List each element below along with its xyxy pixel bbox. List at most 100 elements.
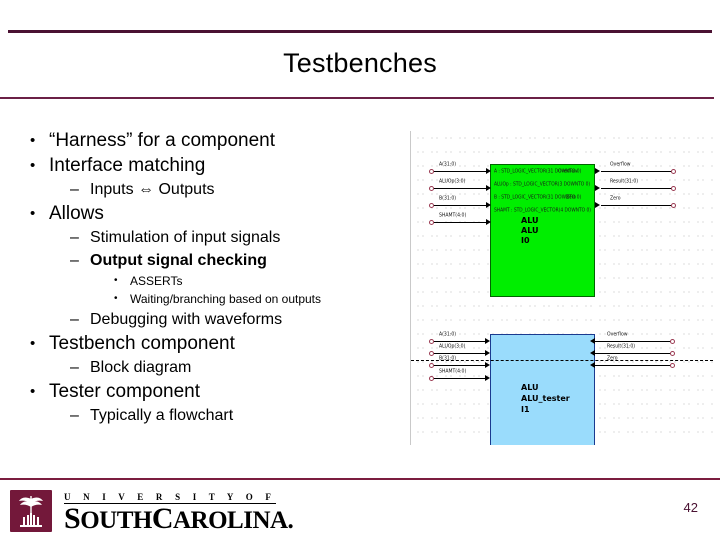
bullet-text: Typically a flowchart	[90, 407, 234, 424]
bullet-text: Waiting/branching based on outputs	[130, 292, 322, 306]
green-output-wire-1	[601, 171, 671, 172]
bullet-list: • “Harness” for a component • Interface …	[18, 128, 413, 427]
list-item: – Block diagram	[70, 356, 413, 379]
blue-output-label-2: Result(31:0)	[607, 344, 636, 350]
green-input-wire-3	[434, 205, 488, 206]
bullet-marker: •	[30, 132, 36, 149]
bullet-text: Allows	[49, 203, 104, 224]
bullet-marker: –	[70, 252, 79, 269]
green-input-label-1: A(31:0)	[439, 162, 457, 168]
blue-output-wire-1	[595, 341, 671, 342]
list-item: • “Harness” for a component	[30, 128, 413, 153]
green-output-arrow-2	[595, 185, 600, 191]
green-output-label-3: Zero	[610, 196, 621, 202]
list-item: • Interface matching	[30, 153, 413, 178]
list-item: – Stimulation of input signals	[70, 226, 413, 249]
blue-input-arrow-1	[485, 338, 490, 344]
blue-block-label-3: I1	[521, 405, 530, 414]
list-item: • Waiting/branching based on outputs	[114, 290, 413, 308]
bullet-text: Tester component	[49, 381, 201, 402]
green-input-label-4: SHAMT(4:0)	[439, 213, 467, 219]
green-inner-zero: Zero	[566, 195, 577, 201]
block-diagram-image: A : STD_LOGIC_VECTOR(31 DOWNTO 0) ALUOp …	[410, 131, 713, 445]
bullet-marker: –	[70, 359, 79, 376]
green-block-label-2: ALU	[521, 226, 539, 235]
green-input-wire-2	[434, 188, 488, 189]
blue-block-label-2: ALU_tester	[521, 394, 570, 403]
list-item: • ASSERTs	[114, 272, 413, 290]
university-wordmark: U N I V E R S I T Y O F SOUTHCAROLINA.	[64, 487, 294, 534]
blue-input-wire-2	[434, 353, 488, 354]
green-output-wire-3	[601, 205, 671, 206]
sc-initial-c: C	[151, 502, 174, 535]
green-input-arrow-1	[486, 168, 491, 174]
blue-input-label-4: SHAMT(4:0)	[439, 369, 467, 375]
green-output-wire-2	[601, 188, 671, 189]
bullet-text: ASSERTs	[130, 274, 183, 288]
list-item: – Output signal checking	[70, 249, 413, 272]
green-input-label-3: B(31:0)	[439, 196, 457, 202]
blue-input-arrow-3	[485, 362, 490, 368]
blue-output-pin-1	[670, 339, 675, 344]
sc-outh: OUTH	[80, 507, 152, 534]
bullet-text: Stimulation of input signals	[90, 229, 281, 246]
top-accent-rule	[8, 30, 712, 33]
page-number: 42	[683, 500, 698, 515]
bullet-marker: –	[70, 311, 79, 328]
green-output-arrow-3	[595, 202, 600, 208]
green-output-pin-3	[671, 203, 676, 208]
blue-output-label-1: Overflow	[607, 332, 628, 338]
green-input-wire-4	[434, 222, 488, 223]
green-output-label-1: Overflow	[610, 162, 631, 168]
bullet-text: Block diagram	[90, 359, 192, 376]
list-item: • Tester component	[30, 379, 413, 404]
list-item: • Allows	[30, 201, 413, 226]
blue-output-wire-3	[595, 365, 671, 366]
green-input-arrow-3	[486, 202, 491, 208]
list-item: – Debugging with waveforms	[70, 308, 413, 331]
green-input-label-2: ALUOp(3:0)	[439, 179, 466, 185]
bullet-text: Inputs ⇔ Outputs	[90, 181, 215, 198]
sc-arolina: AROLINA.	[172, 507, 294, 534]
green-port-line-2: ALUOp : STD_LOGIC_VECTOR(3 DOWNTO 0)	[494, 182, 591, 188]
blue-input-arrow-4	[485, 375, 490, 381]
bullet-marker: –	[70, 181, 79, 198]
bullet-marker: •	[114, 293, 118, 304]
south-carolina-text: SOUTHCAROLINA.	[64, 504, 294, 534]
bullet-marker: •	[30, 157, 36, 174]
blue-input-label-1: A(31:0)	[439, 332, 457, 338]
blue-input-wire-4	[434, 378, 488, 379]
blue-input-wire-3	[434, 365, 488, 366]
testbench-boundary-dashed-line	[411, 360, 713, 361]
green-port-line-4: SHAMT : STD_LOGIC_VECTOR(4 DOWNTO 0)	[494, 208, 592, 214]
bullet-text: Testbench component	[49, 333, 235, 354]
blue-input-wire-1	[434, 341, 488, 342]
title-underline-rule	[0, 97, 714, 99]
green-output-pin-2	[671, 186, 676, 191]
bullet-marker: •	[114, 275, 118, 286]
palmetto-shield-icon	[10, 489, 52, 532]
sc-initial-s: S	[64, 502, 81, 535]
blue-input-label-2: ALUOp(3:0)	[439, 344, 466, 350]
green-output-pin-1	[671, 169, 676, 174]
university-logo: U N I V E R S I T Y O F SOUTHCAROLINA.	[10, 487, 294, 534]
bullet-marker: •	[30, 335, 36, 352]
bullet-marker: •	[30, 383, 36, 400]
bullet-marker: –	[70, 229, 79, 246]
blue-block-label-1: ALU	[521, 383, 539, 392]
bullet-marker: •	[30, 205, 36, 222]
footer-accent-rule	[0, 478, 720, 480]
list-item: – Typically a flowchart	[70, 404, 413, 427]
list-item: – Inputs ⇔ Outputs	[70, 178, 413, 201]
green-block-label-1: ALU	[521, 216, 539, 225]
blue-input-arrow-2	[485, 350, 490, 356]
page-title: Testbenches	[283, 48, 437, 78]
list-item: • Testbench component	[30, 331, 413, 356]
bullet-text: Output signal checking	[90, 252, 267, 269]
bullet-marker: –	[70, 407, 79, 424]
green-input-wire-1	[434, 171, 488, 172]
green-inner-overflow: Overflow	[558, 169, 578, 175]
green-input-arrow-2	[486, 185, 491, 191]
bullet-text: Debugging with waveforms	[90, 311, 283, 328]
alu-tester-blue-block	[490, 334, 595, 445]
